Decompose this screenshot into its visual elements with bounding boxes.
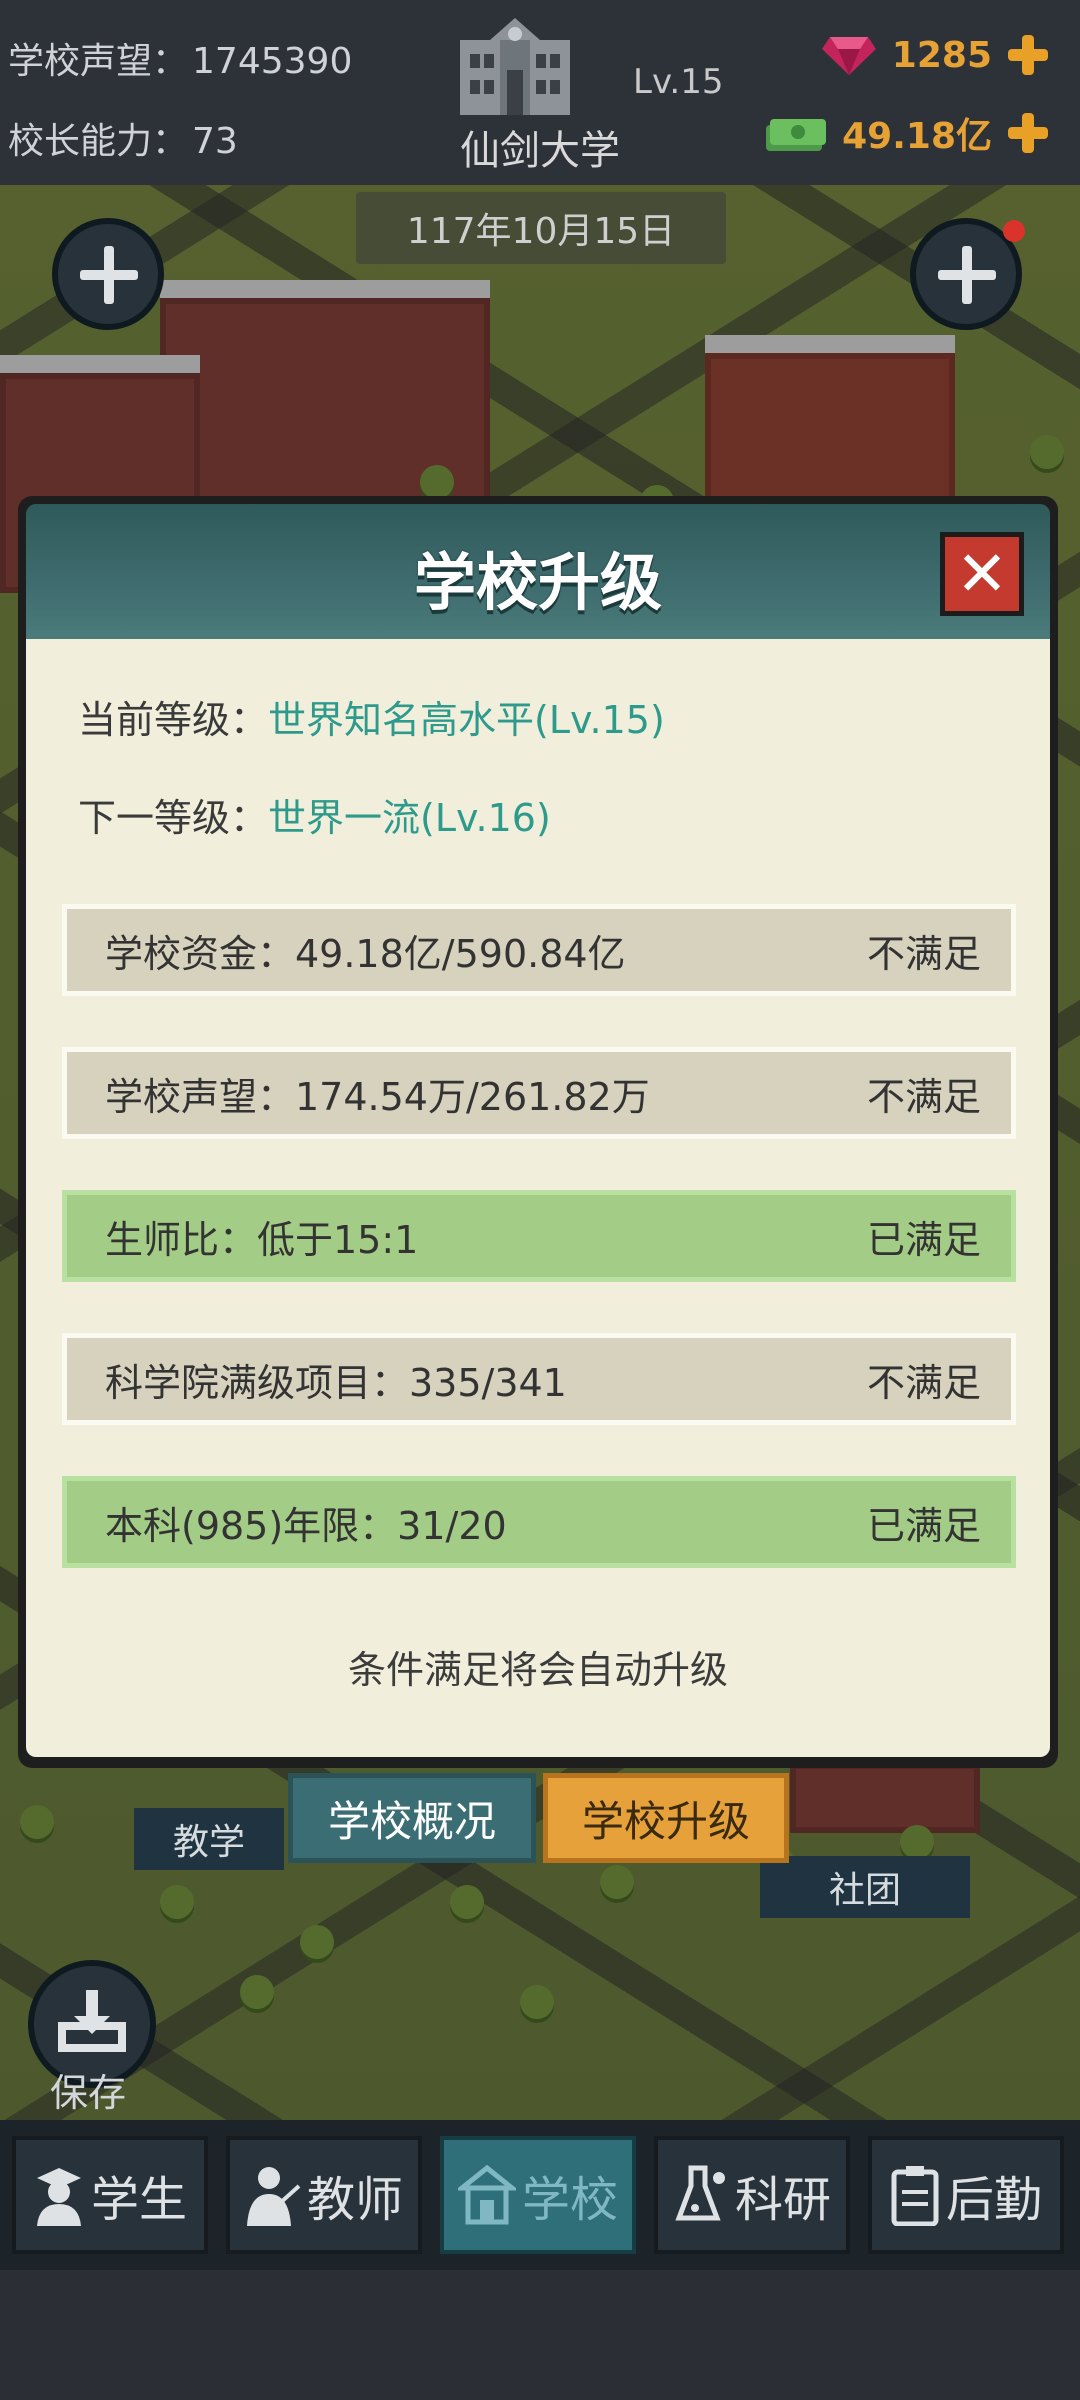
principal-ability-stat: 校长能力： 73: [8, 112, 238, 164]
current-level-label: 当前等级：: [78, 698, 269, 742]
school-building-icon[interactable]: [450, 10, 580, 115]
requirement-funds: 学校资金：49.18亿/590.84亿 不满足: [62, 904, 1016, 996]
current-level-value: 世界知名高水平(Lv.15): [268, 698, 665, 742]
reputation-value: 1745390: [192, 41, 353, 82]
reputation-label: 学校声望：: [8, 41, 189, 82]
gem-value: 1285: [891, 34, 992, 76]
bottom-navigation: 学生 教师 学校 科研 后勤: [0, 2120, 1080, 2270]
save-label: 保存: [50, 2071, 127, 2115]
student-icon: [36, 2168, 81, 2226]
principal-ability-value: 73: [192, 121, 238, 162]
map-label-teaching[interactable]: 教学: [134, 1808, 284, 1870]
nav-teachers-label: 教师: [306, 2172, 403, 2228]
reputation-stat: 学校声望： 1745390: [8, 32, 352, 84]
tab-school-overview[interactable]: 学校概况: [288, 1773, 536, 1863]
add-gems-button[interactable]: [1006, 33, 1050, 77]
money-value: 49.18亿: [842, 116, 992, 157]
requirement-status: 已满足: [866, 1503, 981, 1548]
requirement-student-teacher-ratio: 生师比：低于15:1 已满足: [62, 1190, 1016, 1282]
requirement-undergrad-years: 本科(985)年限：31/20 已满足: [62, 1476, 1016, 1568]
nav-logistics[interactable]: 后勤: [868, 2136, 1064, 2254]
dialog-header: 学校升级 ✕: [26, 504, 1050, 639]
tab-school-upgrade[interactable]: 学校升级: [543, 1773, 789, 1863]
nav-school-label: 学校: [521, 2172, 618, 2228]
close-icon: ✕: [956, 537, 1008, 610]
next-level-line: 下一等级：世界一流(Lv.16): [78, 787, 551, 842]
next-level-label: 下一等级：: [78, 796, 269, 840]
nav-students-label: 学生: [90, 2172, 187, 2228]
teacher-icon: [246, 2167, 301, 2226]
requirement-reputation: 学校声望：174.54万/261.82万 不满足: [62, 1047, 1016, 1139]
nav-research-label: 科研: [734, 2172, 831, 2228]
dialog-body: 当前等级：世界知名高水平(Lv.15) 下一等级：世界一流(Lv.16) 学校资…: [26, 639, 1050, 1757]
add-money-button[interactable]: [1006, 111, 1050, 155]
dialog-title: 学校升级: [413, 546, 662, 619]
gem-icon: [821, 37, 876, 75]
add-building-left-button[interactable]: [52, 218, 164, 330]
gem-counter: 1285: [820, 25, 1050, 85]
school-upgrade-dialog: 学校升级 ✕ 当前等级：世界知名高水平(Lv.15) 下一等级：世界一流(Lv.…: [18, 496, 1058, 1768]
current-level-line: 当前等级：世界知名高水平(Lv.15): [78, 689, 665, 744]
principal-ability-label: 校长能力：: [8, 121, 189, 162]
nav-students[interactable]: 学生: [12, 2136, 208, 2254]
system-navigation-area: [0, 2270, 1080, 2400]
money-counter: 49.18亿: [762, 103, 1050, 163]
nav-teachers[interactable]: 教师: [226, 2136, 422, 2254]
map-label-clubs[interactable]: 社团: [760, 1856, 970, 1918]
requirement-status: 不满足: [866, 931, 981, 976]
nav-research[interactable]: 科研: [654, 2136, 850, 2254]
school-icon: [457, 2164, 516, 2225]
nav-logistics-label: 后勤: [945, 2172, 1042, 2228]
requirement-text: 科学院满级项目：335/341: [105, 1360, 567, 1405]
notification-dot: [1003, 220, 1025, 242]
clipboard-icon: [891, 2166, 939, 2226]
game-date: 117年10月15日: [356, 192, 726, 264]
requirement-status: 不满足: [866, 1360, 981, 1405]
school-level: Lv.15: [633, 62, 724, 102]
close-button[interactable]: ✕: [940, 532, 1024, 616]
next-level-value: 世界一流(Lv.16): [268, 796, 551, 840]
requirement-academy-projects: 科学院满级项目：335/341 不满足: [62, 1333, 1016, 1425]
requirement-text: 学校声望：174.54万/261.82万: [105, 1074, 650, 1119]
requirement-text: 本科(985)年限：31/20: [105, 1503, 507, 1548]
flask-icon: [675, 2165, 725, 2221]
requirement-status: 已满足: [866, 1217, 981, 1262]
money-icon: [766, 119, 827, 151]
requirement-text: 学校资金：49.18亿/590.84亿: [105, 931, 626, 976]
requirement-status: 不满足: [866, 1074, 981, 1119]
school-name: 仙剑大学: [460, 128, 620, 174]
auto-upgrade-note: 条件满足将会自动升级: [347, 1648, 728, 1692]
nav-school[interactable]: 学校: [440, 2136, 636, 2254]
requirement-text: 生师比：低于15:1: [105, 1217, 419, 1262]
top-header: 学校声望： 1745390 校长能力： 73 Lv.15 仙剑大学 1285 49.…: [0, 0, 1080, 185]
